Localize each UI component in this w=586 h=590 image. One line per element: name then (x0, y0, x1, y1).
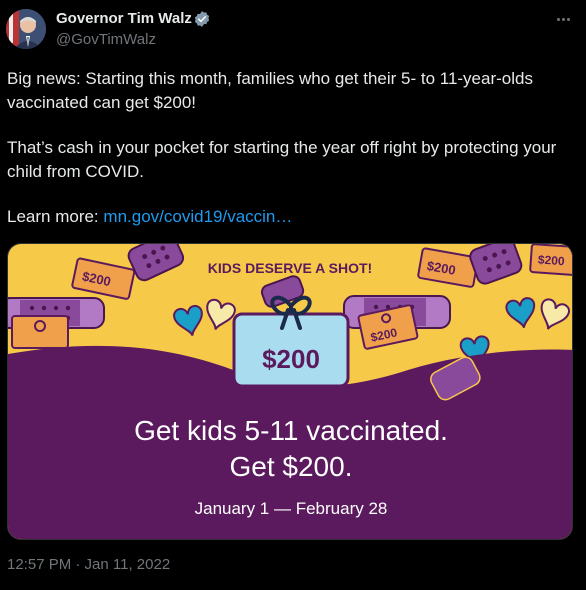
timestamp[interactable]: 12:57 PM · Jan 11, 2022 (7, 556, 170, 573)
tweet-paragraph-1: Big news: Starting this month, families … (7, 69, 533, 112)
headline-line-1: Get kids 5-11 vaccinated. (134, 415, 448, 446)
learn-more-label: Learn more: (7, 207, 99, 226)
date-range: January 1 — February 28 (195, 499, 388, 518)
handle[interactable]: @GovTimWalz (56, 31, 156, 48)
tweet[interactable]: Governor Tim Walz @GovTimWalz Big news: … (0, 0, 586, 590)
more-horizontal-icon[interactable] (552, 8, 574, 30)
gift-ticket-icon (11, 315, 69, 349)
orange-ticket-icon: $200 (529, 244, 572, 277)
verified-badge-icon (193, 10, 211, 28)
avatar[interactable] (6, 9, 46, 49)
headline-line-2: Get $200. (230, 451, 353, 482)
tweet-image[interactable]: $200 KIDS DESERVE A SHOT! $200 $200 $200… (7, 243, 573, 540)
tweet-paragraph-2: That’s cash in your pocket for starting … (7, 138, 557, 181)
banner-text: KIDS DESERVE A SHOT! (208, 260, 372, 276)
tweet-learn-more: Learn more: mn.gov/covid19/vaccin… (7, 205, 577, 229)
display-name[interactable]: Governor Tim Walz (56, 10, 192, 27)
svg-text:$200: $200 (537, 252, 565, 268)
ticket-amount: $200 (262, 344, 320, 374)
vaccine-info-link[interactable]: mn.gov/covid19/vaccin… (103, 207, 292, 226)
